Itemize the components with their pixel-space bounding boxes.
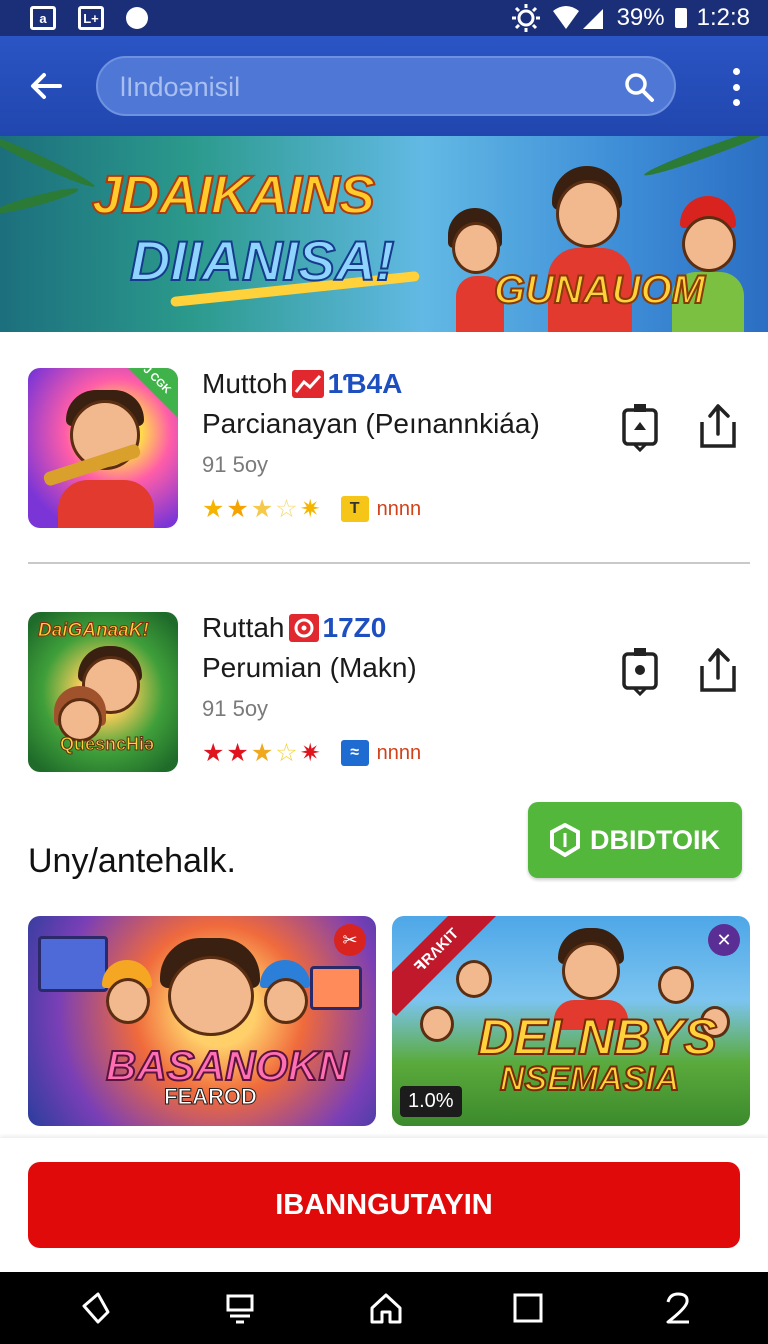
search-icon[interactable] [622,70,656,104]
promo-banner[interactable]: JDAIKAINS DIIANISA! GUNAUOM [0,136,768,332]
star-icon: ★ [226,495,249,523]
thumb-title: DaiGAnaaK! [38,620,150,642]
clock: 1:2:8 [696,4,750,31]
app-meta: 91 5oy [202,452,269,477]
star-icon: ☆ [275,739,298,767]
card-title: BASANOKN [105,1041,350,1090]
download-button[interactable]: DBIDTOIK [528,802,742,878]
trend-flag-icon [291,370,324,398]
star-icon: ★ [250,739,274,767]
system-nav-bar [0,1272,768,1344]
battery-percent: 39% [616,4,665,31]
download-button-label: DBIDTOIK [589,824,720,855]
app-thumbnail[interactable]: DaiGAnaaK! QuesncHiə [28,612,178,772]
record-dot-icon [126,7,148,29]
banner-title-line2: DIIANISA! [129,228,395,293]
app-subtitle: Parcianayan (Peınannkiáa) [202,408,540,439]
discount-badge: 1.0% [400,1086,462,1117]
digit-two-icon[interactable] [660,1290,696,1326]
thumb-subtitle: QuesncHiə [59,734,155,755]
rating-row: ★ ★ ★ ☆ ✷ ≈ nnnn [202,738,421,768]
notification-icon: a [30,6,56,30]
more-options-icon[interactable] [730,68,742,106]
share-icon[interactable] [698,402,738,452]
badge-icon: T [340,496,369,522]
tools-icon[interactable]: ✂ [334,924,366,956]
nav-back-icon[interactable] [78,1290,114,1326]
app-bar [0,36,768,136]
search-input[interactable] [120,70,600,104]
badge-icon: ≈ [340,740,369,766]
star-icon: ★ [202,739,225,767]
game-card[interactable]: ꟻRɅKIT DELNBYS NSEMASIA 1.0% ✕ [392,916,750,1126]
app-notification-icon: L+ [78,6,104,30]
divider [28,562,750,564]
battery-icon [674,8,687,28]
app-subtitle: Perumian (Makn) [202,652,417,683]
banner-tag: GUNAUOM [493,267,706,313]
bookmark-icon[interactable] [620,402,660,452]
star-icon: ★ [250,495,274,523]
app-title-row: Ruttah 17Z0 [202,612,386,644]
shield-icon [549,823,580,857]
close-icon[interactable]: ✕ [708,924,740,956]
card-subtitle: NSEMASIA [499,1059,680,1099]
star-icon: ★ [226,739,249,767]
star-icon: ☆ [275,495,298,523]
app-screen: a L+ 39% 1:2:8 lIndoənisil JDAIKAINS DII… [0,0,768,1344]
search-bar[interactable] [96,56,676,116]
star-icon: ✷ [299,739,321,767]
arrow-left-icon [31,73,62,99]
star-icon: ★ [202,495,225,523]
app-code: 1Ɓ4A [327,368,403,399]
bookmark-icon[interactable] [620,646,660,696]
overview-square-icon[interactable] [510,1290,546,1326]
app-meta: 91 5oy [202,696,269,721]
app-title: Muttoh [202,368,288,399]
star-icon: ✷ [299,495,321,523]
section-title: Uny/antehalk. [28,842,236,880]
primary-action-button[interactable]: IBANNGUTAYIN [28,1162,740,1248]
app-thumbnail[interactable]: J CGK [28,368,178,528]
banner-title-line1: JDAIKAINS [91,164,376,226]
status-bar: a L+ 39% 1:2:8 [0,0,768,36]
home-icon[interactable] [368,1290,404,1326]
bottom-action-bar: IBANNGUTAYIN [0,1138,768,1272]
nav-recent-icon[interactable] [222,1290,258,1326]
app-code: 17Z0 [322,612,387,643]
card-subtitle: FEAROD [164,1084,258,1110]
wifi-signal-icon [552,6,603,29]
rating-row: ★ ★ ★ ☆ ✷ T nnnn [202,494,421,524]
app-title: Ruttah [202,612,285,643]
target-flag-icon [288,614,319,642]
back-button[interactable] [26,66,66,106]
app-title-row: Muttoh 1Ɓ4A [202,368,402,400]
rating-count: nnnn [376,497,422,520]
rating-count: nnnn [376,741,422,764]
card-title: DELNBYS [477,1008,718,1066]
share-icon[interactable] [698,646,738,696]
brightness-icon [511,4,540,32]
game-card[interactable]: BASANOKN FEAROD ✂ [28,916,376,1126]
